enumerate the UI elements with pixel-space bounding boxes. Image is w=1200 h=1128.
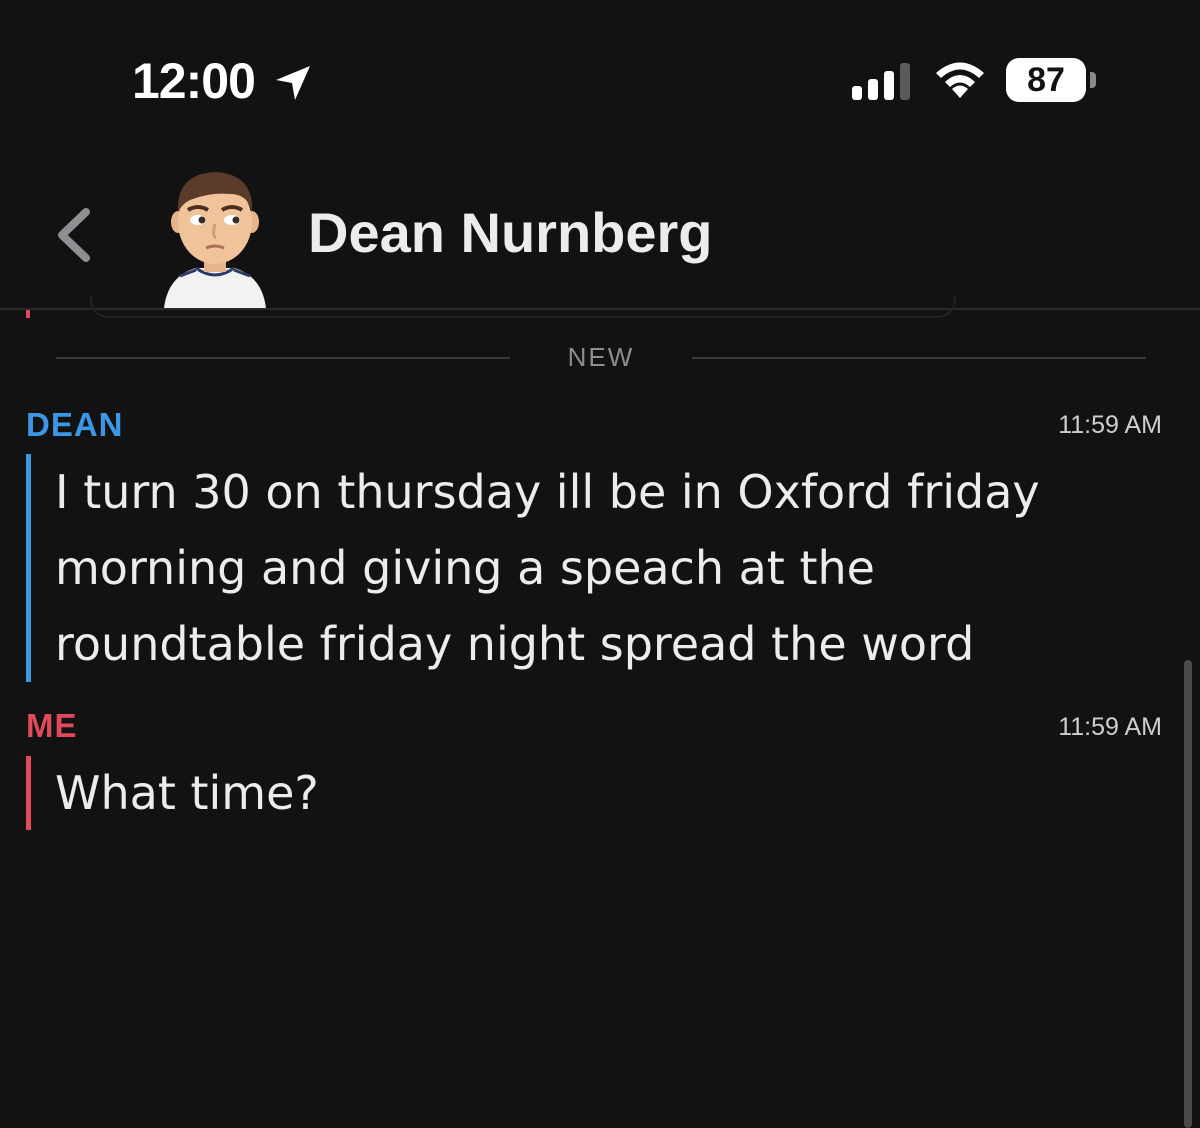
status-time: 12:00 (132, 53, 256, 109)
previous-message-fragment (90, 296, 956, 318)
avatar[interactable] (160, 164, 270, 308)
battery-body: 87 (1006, 58, 1086, 102)
sender-label-dean: DEAN (26, 406, 124, 443)
sender-label-me: ME (26, 707, 78, 744)
wifi-icon (936, 62, 984, 98)
battery-level: 87 (1027, 60, 1065, 99)
message-timestamp: 11:59 AM (1058, 713, 1162, 741)
message-text: What time? (55, 766, 319, 820)
message-timestamp: 11:59 AM (1058, 411, 1162, 439)
new-label: NEW (567, 342, 635, 372)
battery-tip (1090, 72, 1096, 88)
contact-name[interactable]: Dean Nurnberg (308, 200, 713, 265)
chat-message-me[interactable]: What time? (26, 756, 1126, 830)
divider-line-right (692, 357, 1146, 359)
new-messages-divider: NEW (56, 340, 1146, 376)
chat-message-dean[interactable]: I turn 30 on thursday ill be in Oxford f… (26, 454, 1126, 682)
chevron-left-icon[interactable] (50, 206, 100, 264)
message-text: I turn 30 on thursday ill be in Oxford f… (55, 465, 1040, 671)
battery-icon: 87 (1006, 58, 1096, 104)
status-bar: 12:00 87 (0, 0, 1200, 150)
cellular-signal-icon (852, 63, 910, 100)
scrollbar[interactable] (1184, 660, 1192, 1128)
location-arrow-icon (276, 66, 310, 100)
chat-header: Dean Nurnberg (0, 150, 1200, 310)
previous-message-accent (26, 310, 30, 318)
divider-line-left (56, 357, 510, 359)
